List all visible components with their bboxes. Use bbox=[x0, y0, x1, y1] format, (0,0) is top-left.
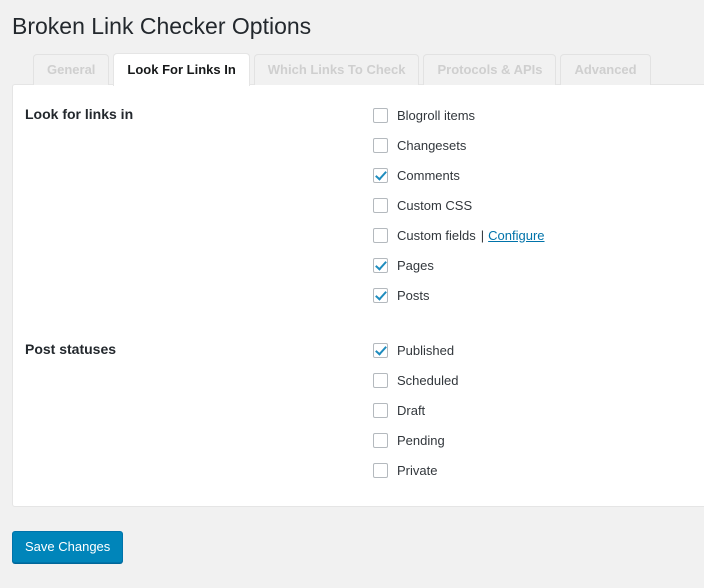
checkbox-label-blogroll-items[interactable]: Blogroll items bbox=[397, 108, 475, 123]
page-title: Broken Link Checker Options bbox=[12, 13, 312, 39]
tab-protocols-apis[interactable]: Protocols & APIs bbox=[423, 54, 557, 85]
checkbox-published[interactable] bbox=[373, 342, 388, 358]
section-options: Published Scheduled Draft Pending Private bbox=[373, 320, 704, 495]
checkbox-label-private[interactable]: Private bbox=[397, 463, 437, 478]
checkbox-label-posts[interactable]: Posts bbox=[397, 288, 430, 303]
tab-look-for-links-in[interactable]: Look For Links In bbox=[113, 53, 250, 86]
checkbox-pages[interactable] bbox=[373, 257, 388, 273]
label-separator: | bbox=[480, 227, 485, 243]
configure-link[interactable]: Configure bbox=[488, 228, 544, 243]
option-row-pending: Pending bbox=[373, 425, 694, 455]
tab-advanced[interactable]: Advanced bbox=[560, 54, 651, 85]
option-row-scheduled: Scheduled bbox=[373, 365, 694, 395]
section-heading: Post statuses bbox=[25, 341, 117, 357]
settings-section: Look for links in Blogroll items Changeset… bbox=[13, 85, 704, 320]
settings-form-table: Look for links in Blogroll items Changeset… bbox=[13, 85, 704, 495]
option-row-comments: Comments bbox=[373, 160, 694, 190]
checkbox-label-custom-fields[interactable]: Custom fields bbox=[397, 228, 476, 243]
checkbox-label-published[interactable]: Published bbox=[397, 343, 454, 358]
tab-general[interactable]: General bbox=[33, 54, 110, 85]
checkbox-posts[interactable] bbox=[373, 287, 388, 303]
checkbox-pending[interactable] bbox=[373, 432, 388, 448]
option-row-pages: Pages bbox=[373, 250, 694, 280]
section-heading: Look for links in bbox=[25, 106, 134, 122]
option-row-blogroll-items: Blogroll items bbox=[373, 100, 694, 130]
checkbox-private[interactable] bbox=[373, 462, 388, 478]
checkbox-label-pages[interactable]: Pages bbox=[397, 258, 434, 273]
option-row-posts: Posts bbox=[373, 280, 694, 310]
option-row-custom-fields: Custom fields | Configure bbox=[373, 220, 694, 250]
checkbox-draft[interactable] bbox=[373, 402, 388, 418]
checkbox-custom-css[interactable] bbox=[373, 197, 388, 213]
option-row-published: Published bbox=[373, 335, 694, 365]
section-options: Blogroll items Changesets Comments Custom C… bbox=[373, 85, 704, 320]
checkbox-comments[interactable] bbox=[373, 167, 388, 183]
tab-which-links-to-check[interactable]: Which Links To Check bbox=[253, 54, 420, 85]
option-row-changesets: Changesets bbox=[373, 130, 694, 160]
checkbox-scheduled[interactable] bbox=[373, 372, 388, 388]
settings-tab-strip: General Look For Links In Which Links To C… bbox=[33, 53, 704, 86]
settings-section: Post statuses Published Scheduled Draft Pend… bbox=[13, 320, 704, 495]
checkbox-label-draft[interactable]: Draft bbox=[397, 403, 425, 418]
checkbox-label-pending[interactable]: Pending bbox=[397, 433, 445, 448]
option-row-custom-css: Custom CSS bbox=[373, 190, 694, 220]
save-changes-button[interactable]: Save Changes bbox=[12, 531, 124, 563]
checkbox-label-comments[interactable]: Comments bbox=[397, 168, 460, 183]
submit-area: Save Changes bbox=[0, 507, 704, 563]
option-row-private: Private bbox=[373, 455, 694, 485]
settings-panel: Look for links in Blogroll items Changeset… bbox=[12, 84, 704, 507]
checkbox-label-custom-css[interactable]: Custom CSS bbox=[397, 198, 472, 213]
checkbox-changesets[interactable] bbox=[373, 137, 388, 153]
checkbox-label-scheduled[interactable]: Scheduled bbox=[397, 373, 458, 388]
checkbox-blogroll-items[interactable] bbox=[373, 107, 388, 123]
option-row-draft: Draft bbox=[373, 395, 694, 425]
checkbox-label-changesets[interactable]: Changesets bbox=[397, 138, 466, 153]
checkbox-custom-fields[interactable] bbox=[373, 227, 388, 243]
